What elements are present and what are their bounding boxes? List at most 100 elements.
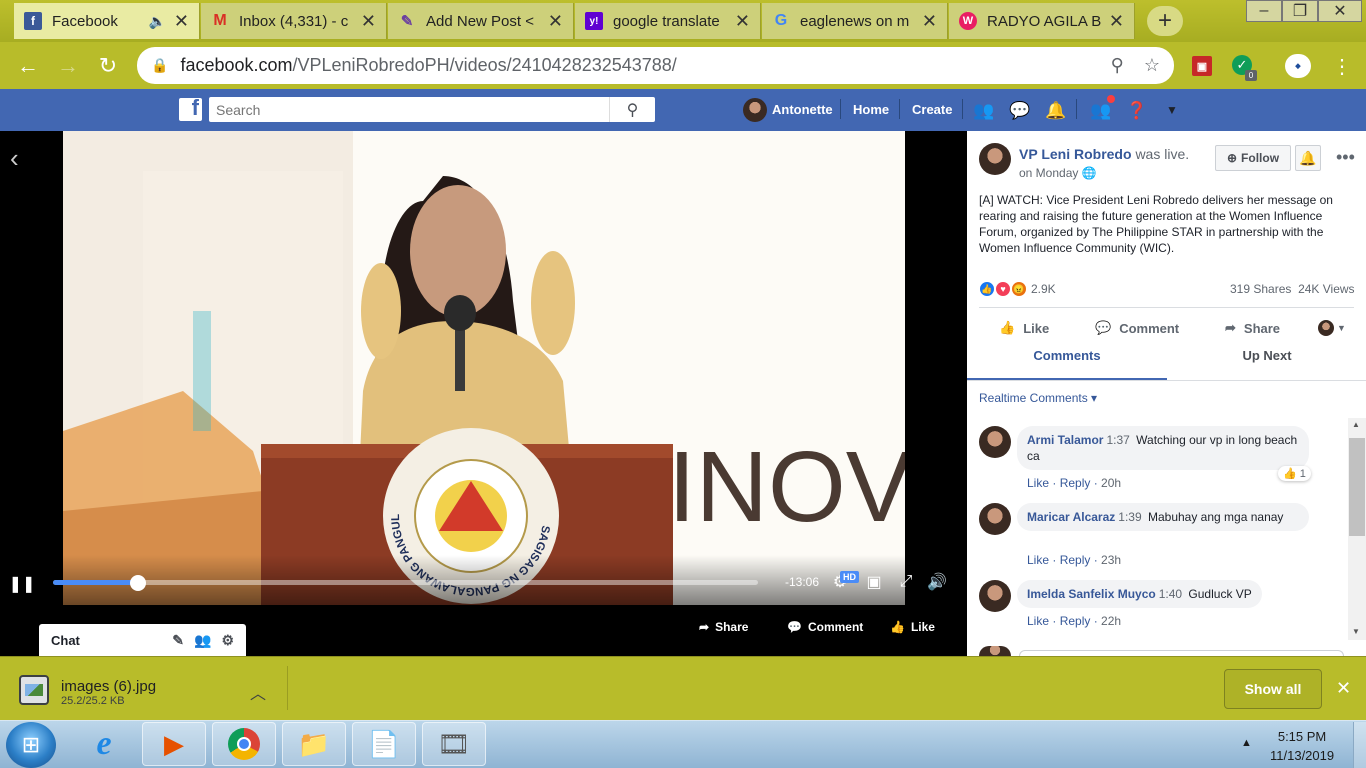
picture-in-picture-icon[interactable]: ▣ — [864, 572, 884, 592]
comment-timestamp[interactable]: 1:40 — [1159, 587, 1182, 601]
avatar[interactable] — [743, 98, 767, 122]
reload-icon[interactable]: ↻ — [94, 52, 122, 80]
messenger-icon[interactable]: 💬 — [1009, 100, 1031, 122]
comment-sort-dropdown[interactable]: Realtime Comments ▾ — [979, 391, 1097, 405]
comment-timestamp[interactable]: 1:37 — [1106, 433, 1129, 447]
close-download-shelf-icon[interactable]: ✕ — [1336, 678, 1351, 699]
follow-button[interactable]: ⊕ Follow — [1215, 145, 1291, 171]
quick-help-people-icon[interactable]: 👥 — [1090, 100, 1112, 122]
file-explorer-icon[interactable]: 📁 — [282, 722, 346, 766]
tab-gmail[interactable]: M Inbox (4,331) - c ✕ — [201, 3, 387, 39]
notifications-icon[interactable]: 🔔 — [1045, 100, 1067, 122]
help-icon[interactable]: ❓ — [1126, 100, 1148, 122]
download-filename[interactable]: images (6).jpg — [61, 678, 156, 695]
tab-facebook[interactable]: f Facebook 🔈 ✕ — [14, 3, 200, 39]
search-input[interactable] — [209, 98, 609, 121]
volume-icon[interactable]: 🔊 — [927, 572, 947, 592]
video-progress-handle[interactable] — [129, 575, 146, 591]
close-tab-icon[interactable]: ✕ — [735, 11, 750, 32]
search-icon[interactable]: ⚲ — [609, 97, 655, 122]
more-options-icon[interactable]: ••• — [1336, 147, 1355, 168]
video-comment-button[interactable]: 💬 Comment — [787, 620, 863, 634]
friend-requests-icon[interactable]: 👥 — [973, 100, 995, 122]
post-like-button[interactable]: 👍 Like — [999, 320, 1049, 336]
show-desktop-button[interactable] — [1353, 722, 1366, 768]
download-options-chevron-icon[interactable]: ︿ — [250, 680, 266, 704]
internet-explorer-icon[interactable]: e — [72, 722, 136, 766]
scrollbar-thumb[interactable] — [1349, 438, 1365, 536]
minimize-window-button[interactable]: – — [1246, 0, 1282, 22]
chat-settings-icon[interactable]: ⚙ — [221, 632, 234, 649]
close-window-button[interactable]: ✕ — [1318, 0, 1362, 22]
chat-bar[interactable]: Chat ✎ 👥 ⚙ — [39, 624, 246, 656]
tab-eaglenews[interactable]: G eaglenews on m ✕ — [762, 3, 948, 39]
page-avatar[interactable] — [979, 143, 1011, 175]
commenter-name[interactable]: Maricar Alcaraz — [1027, 510, 1115, 524]
windows-start-button[interactable]: ⊞ — [6, 722, 56, 768]
commenter-avatar[interactable] — [979, 503, 1011, 535]
post-comment-button[interactable]: 💬 Comment — [1095, 320, 1179, 336]
scroll-up-icon[interactable]: ▲ — [1352, 420, 1360, 429]
account-menu-icon[interactable]: ▼ — [1166, 103, 1178, 117]
comment-reply-link[interactable]: Reply — [1060, 553, 1091, 567]
close-tab-icon[interactable]: ✕ — [1109, 11, 1124, 32]
video-like-button[interactable]: 👍 Like — [890, 620, 935, 634]
comment-like-link[interactable]: Like — [1027, 614, 1049, 628]
video-share-button[interactable]: ➦ Share — [699, 620, 748, 634]
page-name-link[interactable]: VP Leni Robredo — [1019, 146, 1132, 162]
comment-like-link[interactable]: Like — [1027, 553, 1049, 567]
back-icon[interactable]: ← — [14, 52, 42, 80]
create-link[interactable]: Create — [912, 102, 952, 117]
new-message-icon[interactable]: ✎ — [172, 632, 184, 649]
tab-add-new-post[interactable]: ✎ Add New Post < ✕ — [388, 3, 574, 39]
comment-reply-link[interactable]: Reply — [1060, 614, 1091, 628]
bookmark-star-icon[interactable]: ☆ — [1144, 55, 1160, 76]
tab-up-next[interactable]: Up Next — [1167, 348, 1366, 363]
post-share-button[interactable]: ➦ Share — [1225, 320, 1280, 336]
maximize-window-button[interactable]: ❐ — [1282, 0, 1318, 22]
reactions-count[interactable]: 2.9K — [1031, 282, 1056, 296]
tab-google-translate[interactable]: y! google translate ✕ — [575, 3, 761, 39]
extension-shield-icon[interactable]: ▣ — [1192, 56, 1212, 76]
fullscreen-icon[interactable]: ⤢ — [896, 572, 916, 592]
address-bar[interactable]: 🔒 facebook.com/VPLeniRobredoPH/videos/24… — [137, 47, 1174, 84]
chrome-taskbar-button[interactable] — [212, 722, 276, 766]
scroll-down-icon[interactable]: ▼ — [1352, 627, 1360, 636]
close-tab-icon[interactable]: ✕ — [922, 11, 937, 32]
tab-radyo-agila[interactable]: W RADYO AGILA B ✕ — [949, 3, 1135, 39]
comment-timestamp[interactable]: 1:39 — [1118, 510, 1141, 524]
close-tab-icon[interactable]: ✕ — [548, 11, 563, 32]
shares-count[interactable]: 319 Shares — [1230, 282, 1291, 296]
close-tab-icon[interactable]: ✕ — [174, 11, 189, 32]
facebook-logo-icon[interactable]: f — [179, 95, 202, 121]
comment-age[interactable]: 20h — [1101, 476, 1121, 490]
pause-icon[interactable]: ❚❚ — [9, 575, 36, 593]
system-clock[interactable]: 5:15 PM 11/13/2019 — [1270, 727, 1334, 765]
post-time[interactable]: on Monday 🌐 — [1019, 166, 1097, 180]
previous-arrow-icon[interactable]: ‹ — [10, 143, 19, 174]
comment-age[interactable]: 22h — [1101, 614, 1121, 628]
mute-tab-icon[interactable]: 🔈 — [148, 13, 165, 30]
add-people-icon[interactable]: 👥 — [194, 632, 211, 649]
browser-menu-icon[interactable]: ⋮ — [1332, 54, 1352, 79]
close-tab-icon[interactable]: ✕ — [361, 11, 376, 32]
eagle-extension-icon[interactable]: ◆ — [1285, 54, 1311, 78]
notification-bell-button[interactable]: 🔔 — [1295, 145, 1321, 171]
comment-reaction-count[interactable]: 👍 1 — [1278, 466, 1311, 481]
tab-comments[interactable]: Comments — [967, 348, 1167, 363]
show-all-downloads-button[interactable]: Show all — [1224, 669, 1322, 709]
forward-icon[interactable]: → — [54, 52, 82, 80]
show-hidden-icons[interactable]: ▲ — [1241, 737, 1252, 749]
commenter-name[interactable]: Armi Talamor — [1027, 433, 1103, 447]
commenter-avatar[interactable] — [979, 426, 1011, 458]
zoom-search-icon[interactable]: ⚲ — [1111, 55, 1124, 76]
comment-reply-link[interactable]: Reply — [1060, 476, 1091, 490]
new-tab-button[interactable]: + — [1147, 6, 1183, 36]
chevron-down-icon[interactable]: ▼ — [1337, 323, 1346, 333]
commenter-name[interactable]: Imelda Sanfelix Muyco — [1027, 587, 1156, 601]
media-player-icon[interactable]: ▶ — [142, 722, 206, 766]
post-as-avatar[interactable] — [1318, 320, 1334, 336]
video-progress-bar[interactable] — [53, 580, 758, 585]
home-link[interactable]: Home — [853, 102, 889, 117]
comment-age[interactable]: 23h — [1101, 553, 1121, 567]
